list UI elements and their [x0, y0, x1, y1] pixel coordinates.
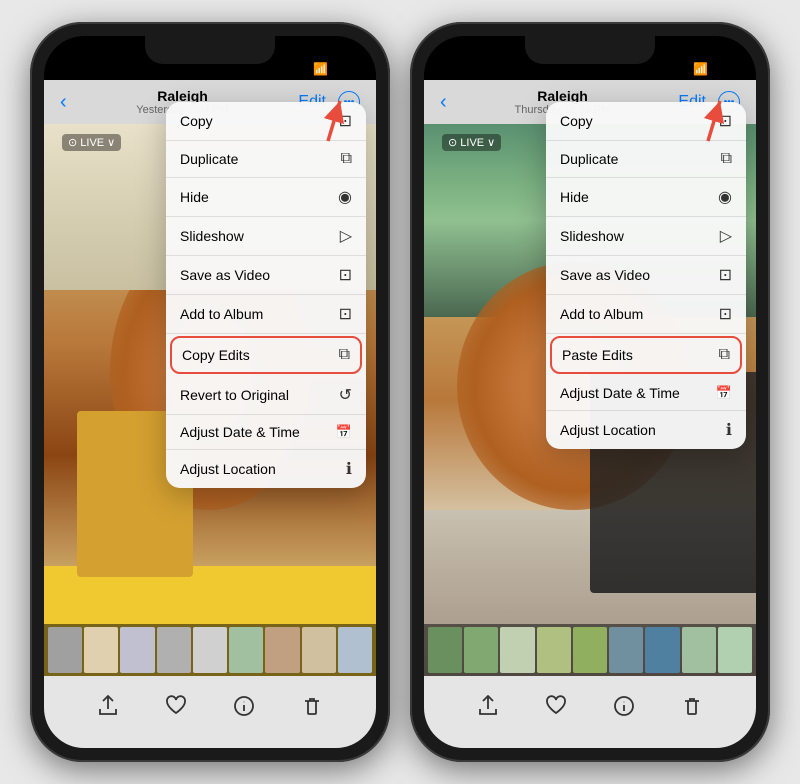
duplicate-icon-right: ⧉: [721, 150, 732, 168]
phone-screen-left: 7:00 SOS 📶 ‹ Raleigh Yesterday 7:04 PM E…: [44, 36, 376, 748]
nav-back-right[interactable]: ‹: [440, 91, 447, 114]
bottom-toolbar-right: [424, 676, 756, 748]
menu-item-location-left[interactable]: Adjust Location ℹ: [166, 450, 366, 488]
thumbnail-strip-right: [424, 624, 756, 676]
slideshow-icon-right: ▷: [720, 226, 732, 246]
status-time-right: 7:00: [448, 59, 478, 76]
info-button-right[interactable]: [613, 695, 635, 717]
wifi-icon-left: 📶: [313, 62, 328, 76]
addalbum-icon-right: ⊡: [719, 304, 732, 324]
menu-item-datetime-left[interactable]: Adjust Date & Time 📅: [166, 415, 366, 450]
phone-right: 7:00 SOS 📶 ‹ Raleigh Thursday 12:38 PM E…: [410, 22, 770, 762]
trash-button-left[interactable]: [301, 695, 323, 717]
menu-item-savevideo-right[interactable]: Save as Video ⊡: [546, 256, 746, 295]
nav-back-left[interactable]: ‹: [60, 91, 67, 114]
menu-item-hide-right[interactable]: Hide ◉: [546, 178, 746, 217]
hide-icon-right: ◉: [718, 187, 732, 207]
location-icon-right: ℹ: [726, 420, 732, 440]
phone-screen-right: 7:00 SOS 📶 ‹ Raleigh Thursday 12:38 PM E…: [424, 36, 756, 748]
trash-button-right[interactable]: [681, 695, 703, 717]
menu-item-duplicate-left[interactable]: Duplicate ⧉: [166, 141, 366, 178]
menu-item-revert-left[interactable]: Revert to Original ↺: [166, 376, 366, 415]
menu-item-datetime-right[interactable]: Adjust Date & Time 📅: [546, 376, 746, 411]
sos-label-left: SOS: [288, 64, 309, 75]
menu-item-addalbum-right[interactable]: Add to Album ⊡: [546, 295, 746, 334]
menu-item-addalbum-left[interactable]: Add to Album ⊡: [166, 295, 366, 334]
battery-icon-left: [332, 64, 352, 74]
menu-item-slideshow-right[interactable]: Slideshow ▷: [546, 217, 746, 256]
dropdown-menu-right: Copy ⊡ Duplicate ⧉ Hide ◉ Slideshow ▷ Sa…: [546, 102, 746, 449]
savevideo-icon-right: ⊡: [719, 265, 732, 285]
live-badge-right[interactable]: ⊙ LIVE ∨: [442, 134, 501, 151]
heart-button-right[interactable]: [545, 695, 567, 717]
live-badge-left[interactable]: ⊙ LIVE ∨: [62, 134, 121, 151]
status-time-left: 7:00: [68, 59, 98, 76]
menu-item-savevideo-left[interactable]: Save as Video ⊡: [166, 256, 366, 295]
savevideo-icon-left: ⊡: [339, 265, 352, 285]
dropdown-menu-left: Copy ⊡ Duplicate ⧉ Hide ◉ Slideshow ▷ Sa…: [166, 102, 366, 488]
phone-left: 7:00 SOS 📶 ‹ Raleigh Yesterday 7:04 PM E…: [30, 22, 390, 762]
notch-right: [525, 36, 655, 64]
slideshow-icon-left: ▷: [340, 226, 352, 246]
location-icon-left: ℹ: [346, 459, 352, 479]
datetime-icon-left: 📅: [336, 424, 352, 440]
menu-item-pasteedits-right[interactable]: Paste Edits ⧉: [550, 336, 742, 374]
menu-item-location-right[interactable]: Adjust Location ℹ: [546, 411, 746, 449]
signal-area-right: SOS 📶: [668, 62, 732, 76]
battery-icon-right: [712, 64, 732, 74]
revert-icon-left: ↺: [339, 385, 352, 405]
info-button-left[interactable]: [233, 695, 255, 717]
duplicate-icon-left: ⧉: [341, 150, 352, 168]
hide-icon-left: ◉: [338, 187, 352, 207]
addalbum-icon-left: ⊡: [339, 304, 352, 324]
copyedits-icon-left: ⧉: [339, 346, 350, 364]
share-button-right[interactable]: [477, 695, 499, 717]
notch-left: [145, 36, 275, 64]
menu-item-copy-right[interactable]: Copy ⊡: [546, 102, 746, 141]
share-button-left[interactable]: [97, 695, 119, 717]
copy-icon-right: ⊡: [719, 111, 732, 131]
signal-area-left: SOS 📶: [288, 62, 352, 76]
datetime-icon-right: 📅: [716, 385, 732, 401]
thumbnail-strip-left: [44, 624, 376, 676]
menu-item-copyedits-left[interactable]: Copy Edits ⧉: [170, 336, 362, 374]
wifi-icon-right: 📶: [693, 62, 708, 76]
menu-item-copy-left[interactable]: Copy ⊡: [166, 102, 366, 141]
pasteedits-icon-right: ⧉: [719, 346, 730, 364]
heart-button-left[interactable]: [165, 695, 187, 717]
menu-item-hide-left[interactable]: Hide ◉: [166, 178, 366, 217]
sos-label-right: SOS: [668, 64, 689, 75]
copy-icon-left: ⊡: [339, 111, 352, 131]
bottom-toolbar-left: [44, 676, 376, 748]
menu-item-slideshow-left[interactable]: Slideshow ▷: [166, 217, 366, 256]
menu-item-duplicate-right[interactable]: Duplicate ⧉: [546, 141, 746, 178]
